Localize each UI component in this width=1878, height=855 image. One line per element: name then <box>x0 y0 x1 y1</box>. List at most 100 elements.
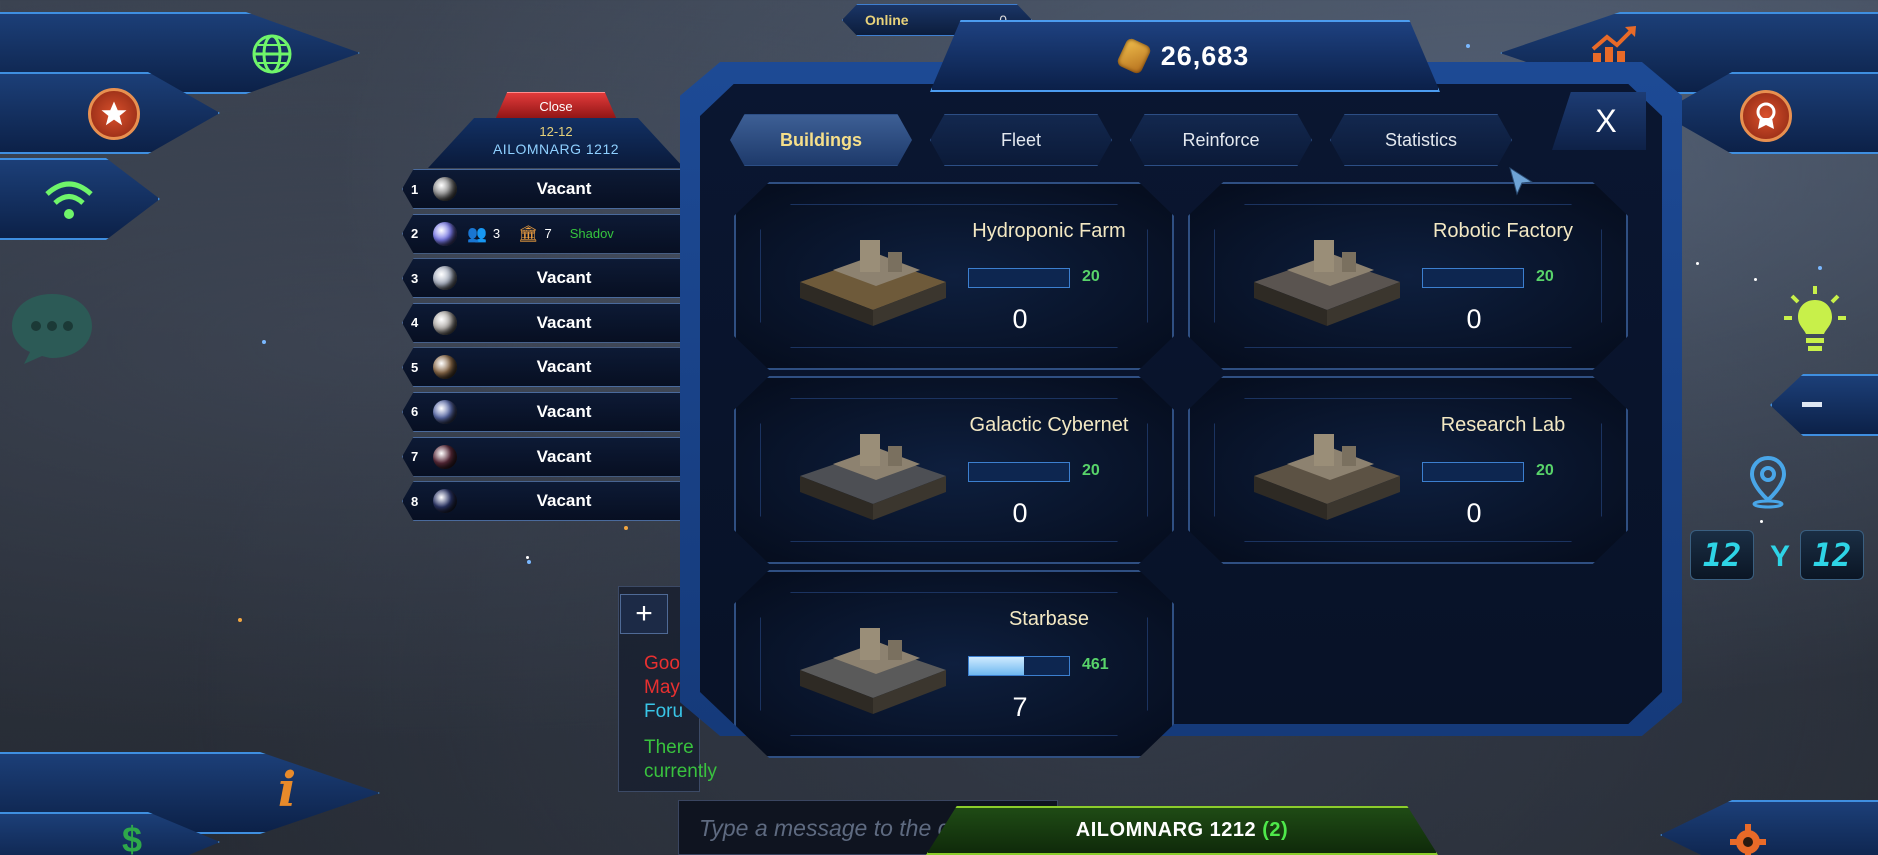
system-name: AILOMNARG 1212 <box>492 141 620 157</box>
population-count: 3 <box>492 226 501 242</box>
y-label: Y <box>1770 540 1791 573</box>
footer-system-count: (2) <box>1262 819 1289 841</box>
tab-statistics[interactable]: Statistics <box>1330 114 1512 166</box>
building-card[interactable]: Robotic Factory 20 0 <box>1188 182 1628 370</box>
planet-icon <box>433 266 457 291</box>
planet-number: 8 <box>411 493 419 509</box>
building-name: Starbase <box>1008 608 1090 630</box>
planet-number: 7 <box>411 449 419 465</box>
planet-number: 2 <box>411 226 419 242</box>
planet-status: Vacant <box>536 179 592 198</box>
tab-fleet[interactable]: Fleet <box>930 114 1112 166</box>
planet-list: 1 Vacant 2 👥 3 🏛 7 Shadov 3 Vacant 4 Vacant 5 Vacant 6… <box>402 169 692 526</box>
building-capacity: 461 <box>1082 656 1109 673</box>
minimize-button[interactable] <box>1770 374 1878 436</box>
planet-number: 4 <box>411 315 419 331</box>
building-level: 0 <box>1466 498 1482 528</box>
planet-icon <box>433 221 457 246</box>
planet-status: Vacant <box>536 491 592 511</box>
planet-number: 1 <box>411 181 419 197</box>
tab-reinforce[interactable]: Reinforce <box>1130 114 1312 166</box>
system-header: 12-12 AILOMNARG 1212 <box>428 118 684 168</box>
planet-row[interactable]: 7 Vacant <box>402 436 692 477</box>
planet-icon <box>433 310 457 335</box>
planet-icon <box>433 177 457 201</box>
gear-icon <box>1728 822 1768 855</box>
location-pin-icon[interactable] <box>1744 454 1792 510</box>
building-capacity: 20 <box>1536 268 1554 285</box>
population-icon: 👥 <box>467 225 487 243</box>
planet-row[interactable]: 8 Vacant <box>402 481 692 522</box>
building-level: 0 <box>1012 304 1028 334</box>
x-coordinate-display[interactable]: 12 <box>1690 530 1754 580</box>
system-coordinates: 12-12 <box>539 124 573 139</box>
building-model-image <box>788 222 958 332</box>
currency-display: 26,683 <box>930 20 1440 92</box>
building-progress-bar <box>1422 462 1524 482</box>
planet-row[interactable]: 5 Vacant <box>402 347 692 388</box>
medal-icon <box>1740 90 1792 142</box>
chat-bubble-icon[interactable] <box>10 290 94 366</box>
planet-status: Vacant <box>536 268 592 288</box>
info-icon: i <box>277 762 297 818</box>
planet-icon <box>433 489 457 514</box>
building-progress-bar <box>968 656 1070 676</box>
dollar-icon: $ <box>121 819 143 855</box>
planet-number: 3 <box>411 270 419 286</box>
planet-row[interactable]: 6 Vacant <box>402 391 692 432</box>
credits-icon <box>1115 36 1152 76</box>
building-count: 7 <box>544 226 552 242</box>
building-name: Research Lab <box>1440 414 1566 436</box>
cursor-icon <box>1508 166 1534 201</box>
currency-amount: 26,683 <box>1160 40 1250 71</box>
settings-button[interactable] <box>1660 800 1878 855</box>
footer-system-name: AILOMNARG 1212 <box>1075 819 1257 841</box>
planet-row[interactable]: 1 Vacant <box>402 169 692 209</box>
building-level: 0 <box>1466 304 1482 334</box>
planet-row[interactable]: 2 👥 3 🏛 7 Shadov <box>402 213 692 254</box>
planet-list-close-button[interactable]: Close <box>495 92 617 120</box>
chat-line: There <box>644 737 694 758</box>
population-stat: 👥 3 <box>467 224 500 244</box>
y-coordinate-display[interactable]: 12 <box>1800 530 1864 580</box>
lightbulb-icon[interactable] <box>1782 284 1848 356</box>
building-card[interactable]: Galactic Cybernet 20 0 <box>734 376 1174 564</box>
planet-row[interactable]: 3 Vacant <box>402 258 692 299</box>
building-model-image <box>1242 416 1412 526</box>
planet-icon <box>433 399 457 424</box>
planet-icon <box>433 355 457 380</box>
trend-up-icon <box>1588 22 1640 68</box>
building-card[interactable]: Starbase 461 7 <box>734 570 1174 758</box>
building-capacity: 20 <box>1536 462 1554 479</box>
system-name-bar[interactable]: AILOMNARG 1212 (2) <box>926 806 1438 855</box>
planet-icon <box>433 444 457 469</box>
building-name: Hydroponic Farm <box>972 220 1126 242</box>
building-model-image <box>788 416 958 526</box>
building-capacity: 20 <box>1082 462 1100 479</box>
building-progress-bar <box>968 268 1070 288</box>
tab-buildings[interactable]: Buildings <box>730 114 912 166</box>
building-level: 7 <box>1012 692 1028 722</box>
online-label: Online <box>865 12 909 28</box>
chat-add-button[interactable]: + <box>620 594 668 634</box>
building-name: Robotic Factory <box>1432 220 1574 242</box>
chat-line: Foru <box>644 701 684 722</box>
chat-line: currently <box>644 761 717 782</box>
chat-line: Goo <box>644 653 680 674</box>
building-progress-bar <box>1422 268 1524 288</box>
progress-fill <box>969 657 1024 675</box>
planet-number: 5 <box>411 359 419 375</box>
building-card[interactable]: Hydroponic Farm 20 0 <box>734 182 1174 370</box>
planet-status: Vacant <box>536 446 592 466</box>
building-card[interactable]: Research Lab 20 0 <box>1188 376 1628 564</box>
building-model-image <box>1242 222 1412 332</box>
planet-number: 6 <box>411 404 419 420</box>
wifi-icon <box>42 176 96 224</box>
star-icon <box>88 88 140 140</box>
building-capacity: 20 <box>1082 268 1100 285</box>
planet-row[interactable]: 4 Vacant <box>402 302 692 343</box>
building-model-image <box>788 610 958 720</box>
building-icon: 🏛 <box>518 225 539 243</box>
planet-status: Vacant <box>536 401 592 421</box>
minus-icon <box>1800 398 1824 410</box>
